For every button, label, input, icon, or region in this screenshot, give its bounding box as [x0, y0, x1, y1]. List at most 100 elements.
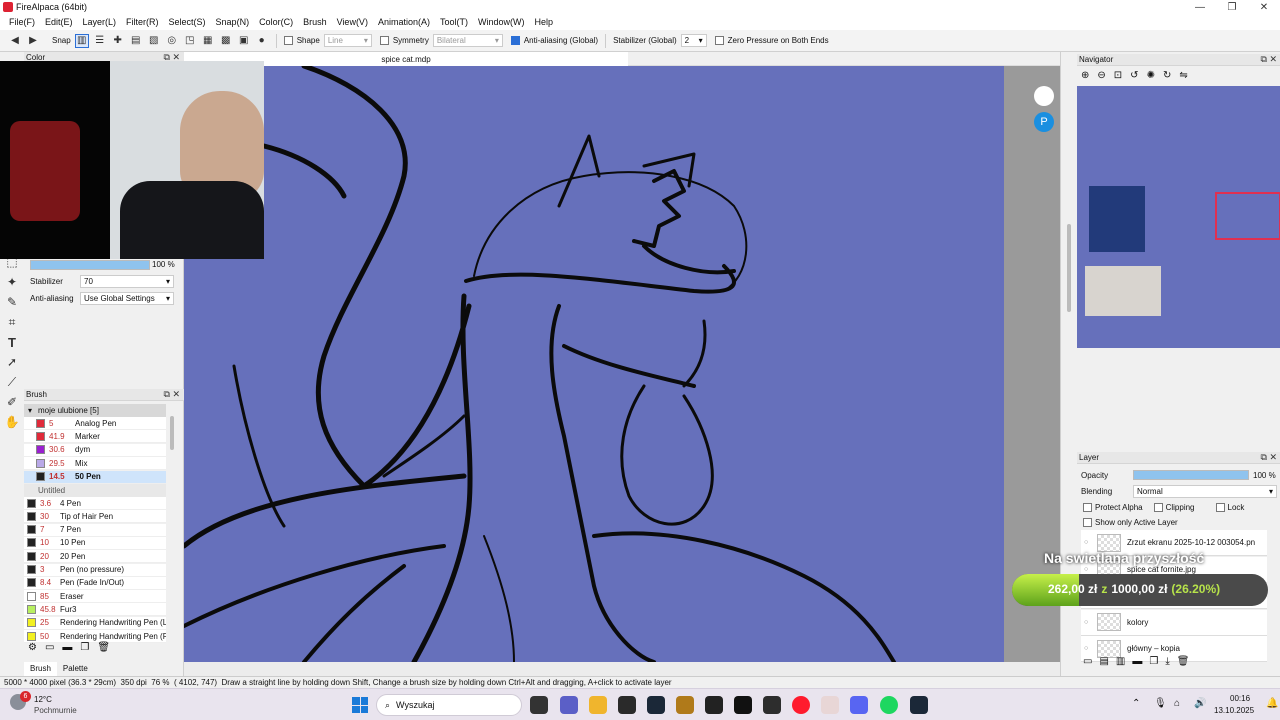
show-only-active-checkbox[interactable] [1083, 518, 1092, 527]
steam-icon-2[interactable] [910, 696, 928, 714]
brush-item[interactable]: 3 Pen (no pressure) [24, 563, 166, 577]
menu-layer[interactable]: Layer(L) [78, 17, 122, 27]
microphone-icon[interactable]: 🎙 [1154, 698, 1167, 709]
antialias-dropdown[interactable]: Use Global Settings ▾ [80, 292, 174, 305]
brush-item[interactable]: 41.9 Marker [24, 430, 166, 444]
brush-group-favorites[interactable]: ▾ moje ulubione [5] [24, 404, 166, 417]
opacity-slider[interactable] [30, 260, 150, 270]
brush-item[interactable]: 8.4 Pen (Fade In/Out) [24, 576, 166, 590]
brush-item[interactable]: 14.5 50 Pen [24, 470, 166, 484]
maximize-button[interactable]: ❐ [1216, 0, 1248, 14]
tray-overflow-icon[interactable]: ⌃ [1132, 698, 1140, 709]
new-8bit-layer-icon[interactable]: ▤ [1099, 656, 1108, 667]
lock-checkbox[interactable] [1215, 503, 1225, 512]
stabilizer-dropdown[interactable]: 2 ▾ [680, 34, 707, 47]
close-icon[interactable]: ⧉ ✕ [1261, 54, 1280, 65]
duplicate-layer-icon[interactable]: ❐ [1149, 656, 1158, 667]
rotate-left-icon[interactable]: ↺ [1130, 70, 1138, 81]
volume-icon[interactable]: 🔊 [1194, 698, 1206, 709]
text-tool-icon[interactable]: T [0, 332, 24, 352]
layer-opacity-slider[interactable] [1133, 470, 1249, 480]
brush-item[interactable]: 30.6 dym [24, 443, 166, 457]
new-brush-icon[interactable]: ▭ [45, 642, 54, 653]
teams-icon[interactable] [560, 696, 578, 714]
visibility-icon[interactable]: ○ [1084, 619, 1088, 626]
app-icon-pc[interactable] [705, 696, 723, 714]
brush-settings-icon[interactable]: ⚙ [28, 642, 37, 653]
reset-rotation-icon[interactable]: ✺ [1147, 70, 1155, 81]
rotate-right-icon[interactable]: ↻ [1163, 70, 1171, 81]
snap-perspective-icon[interactable]: ▦ [201, 34, 215, 48]
menu-window[interactable]: Window(W) [473, 17, 530, 27]
hand-tool-icon[interactable]: ✋ [0, 412, 24, 432]
app-icon-gold[interactable] [676, 696, 694, 714]
clock-date[interactable]: 13.10.2025 [1214, 706, 1254, 715]
navigator-preview[interactable] [1077, 86, 1280, 348]
close-button[interactable]: ✕ [1248, 0, 1280, 14]
snap-parallel-icon[interactable]: ☰ [93, 34, 107, 48]
menu-color[interactable]: Color(C) [254, 17, 298, 27]
snap-grid-icon[interactable]: ▤ [129, 34, 143, 48]
snap-off-icon[interactable]: ▥ [74, 33, 89, 48]
protect-alpha-checkbox[interactable] [1083, 503, 1092, 512]
brush-item[interactable]: 85 Eraser [24, 590, 166, 604]
snap-diagonal-icon[interactable]: ▧ [147, 34, 161, 48]
menu-view[interactable]: View(V) [332, 17, 373, 27]
snap-settings-icon[interactable]: ▣ [237, 34, 251, 48]
menu-file[interactable]: File(F) [4, 17, 40, 27]
snap-cross-icon[interactable]: ✚ [111, 34, 125, 48]
shape-checkbox[interactable] [283, 36, 293, 45]
windows-start-icon[interactable] [352, 697, 368, 713]
app-icon-book[interactable] [618, 696, 636, 714]
new-folder-icon[interactable]: ▬ [1132, 656, 1142, 667]
task-view-icon[interactable] [530, 696, 548, 714]
crop-icon[interactable]: ⌗ [0, 312, 24, 332]
duplicate-icon[interactable]: ❐ [80, 642, 89, 653]
magic-wand-icon[interactable]: ✦ [0, 272, 24, 292]
visibility-icon[interactable]: ○ [1084, 645, 1088, 652]
eyedropper-icon[interactable]: ⟋ [0, 372, 24, 392]
clock-time[interactable]: 00:16 [1230, 694, 1250, 703]
new-folder-icon[interactable]: ▬ [62, 642, 72, 653]
close-icon[interactable]: ⧉ ✕ [164, 389, 184, 400]
notification-bell-icon[interactable]: 🔔 [1266, 698, 1278, 709]
navigator-scrollbar[interactable] [1067, 224, 1071, 312]
menu-brush[interactable]: Brush [298, 17, 332, 27]
new-1bit-layer-icon[interactable]: ▥ [1116, 656, 1125, 667]
canvas-area[interactable]: P [184, 66, 1060, 662]
tab-brush[interactable]: Brush [24, 662, 57, 676]
opera-icon[interactable] [792, 696, 810, 714]
brush-list-scrollbar[interactable] [170, 416, 174, 450]
delete-layer-icon[interactable]: 🗑 [1177, 656, 1190, 667]
symmetry-dropdown[interactable]: Bilateral ▾ [432, 34, 503, 47]
snap-3d-icon[interactable]: ▩ [219, 34, 233, 48]
symmetry-checkbox[interactable] [379, 36, 389, 45]
file-explorer-icon[interactable] [589, 696, 607, 714]
clipping-checkbox[interactable] [1153, 503, 1163, 512]
new-layer-icon[interactable]: ▭ [1083, 656, 1092, 667]
steam-icon[interactable] [647, 696, 665, 714]
app-icon-4k[interactable] [734, 696, 752, 714]
trash-icon[interactable]: 🗑 [97, 642, 110, 653]
drawing-canvas[interactable] [184, 66, 1004, 662]
shape-dropdown[interactable]: Line ▾ [323, 34, 372, 47]
menu-edit[interactable]: Edit(E) [40, 17, 78, 27]
menu-filter[interactable]: Filter(R) [121, 17, 164, 27]
firealpaca-icon[interactable] [821, 696, 839, 714]
brush-item[interactable]: 10 10 Pen [24, 536, 166, 550]
menu-snap[interactable]: Snap(N) [211, 17, 255, 27]
prev-frame-icon[interactable]: ◀ [8, 34, 22, 48]
flip-icon[interactable]: ⇋ [1179, 70, 1187, 81]
menu-tool[interactable]: Tool(T) [435, 17, 473, 27]
network-icon[interactable]: ⌂ [1174, 698, 1180, 709]
discord-icon[interactable] [850, 696, 868, 714]
next-frame-icon[interactable]: ▶ [26, 34, 40, 48]
layer-row[interactable]: ○ kolory [1081, 609, 1267, 636]
operation-tool-icon[interactable]: ➚ [0, 352, 24, 372]
zoom-in-icon[interactable]: ⊕ [1081, 70, 1089, 81]
viewport-rectangle[interactable] [1215, 192, 1280, 240]
brush-group-untitled[interactable]: Untitled [24, 484, 166, 497]
fit-icon[interactable]: ⊡ [1114, 70, 1122, 81]
merge-down-icon[interactable]: ⤓ [1165, 656, 1169, 667]
minimize-button[interactable]: — [1184, 0, 1216, 14]
